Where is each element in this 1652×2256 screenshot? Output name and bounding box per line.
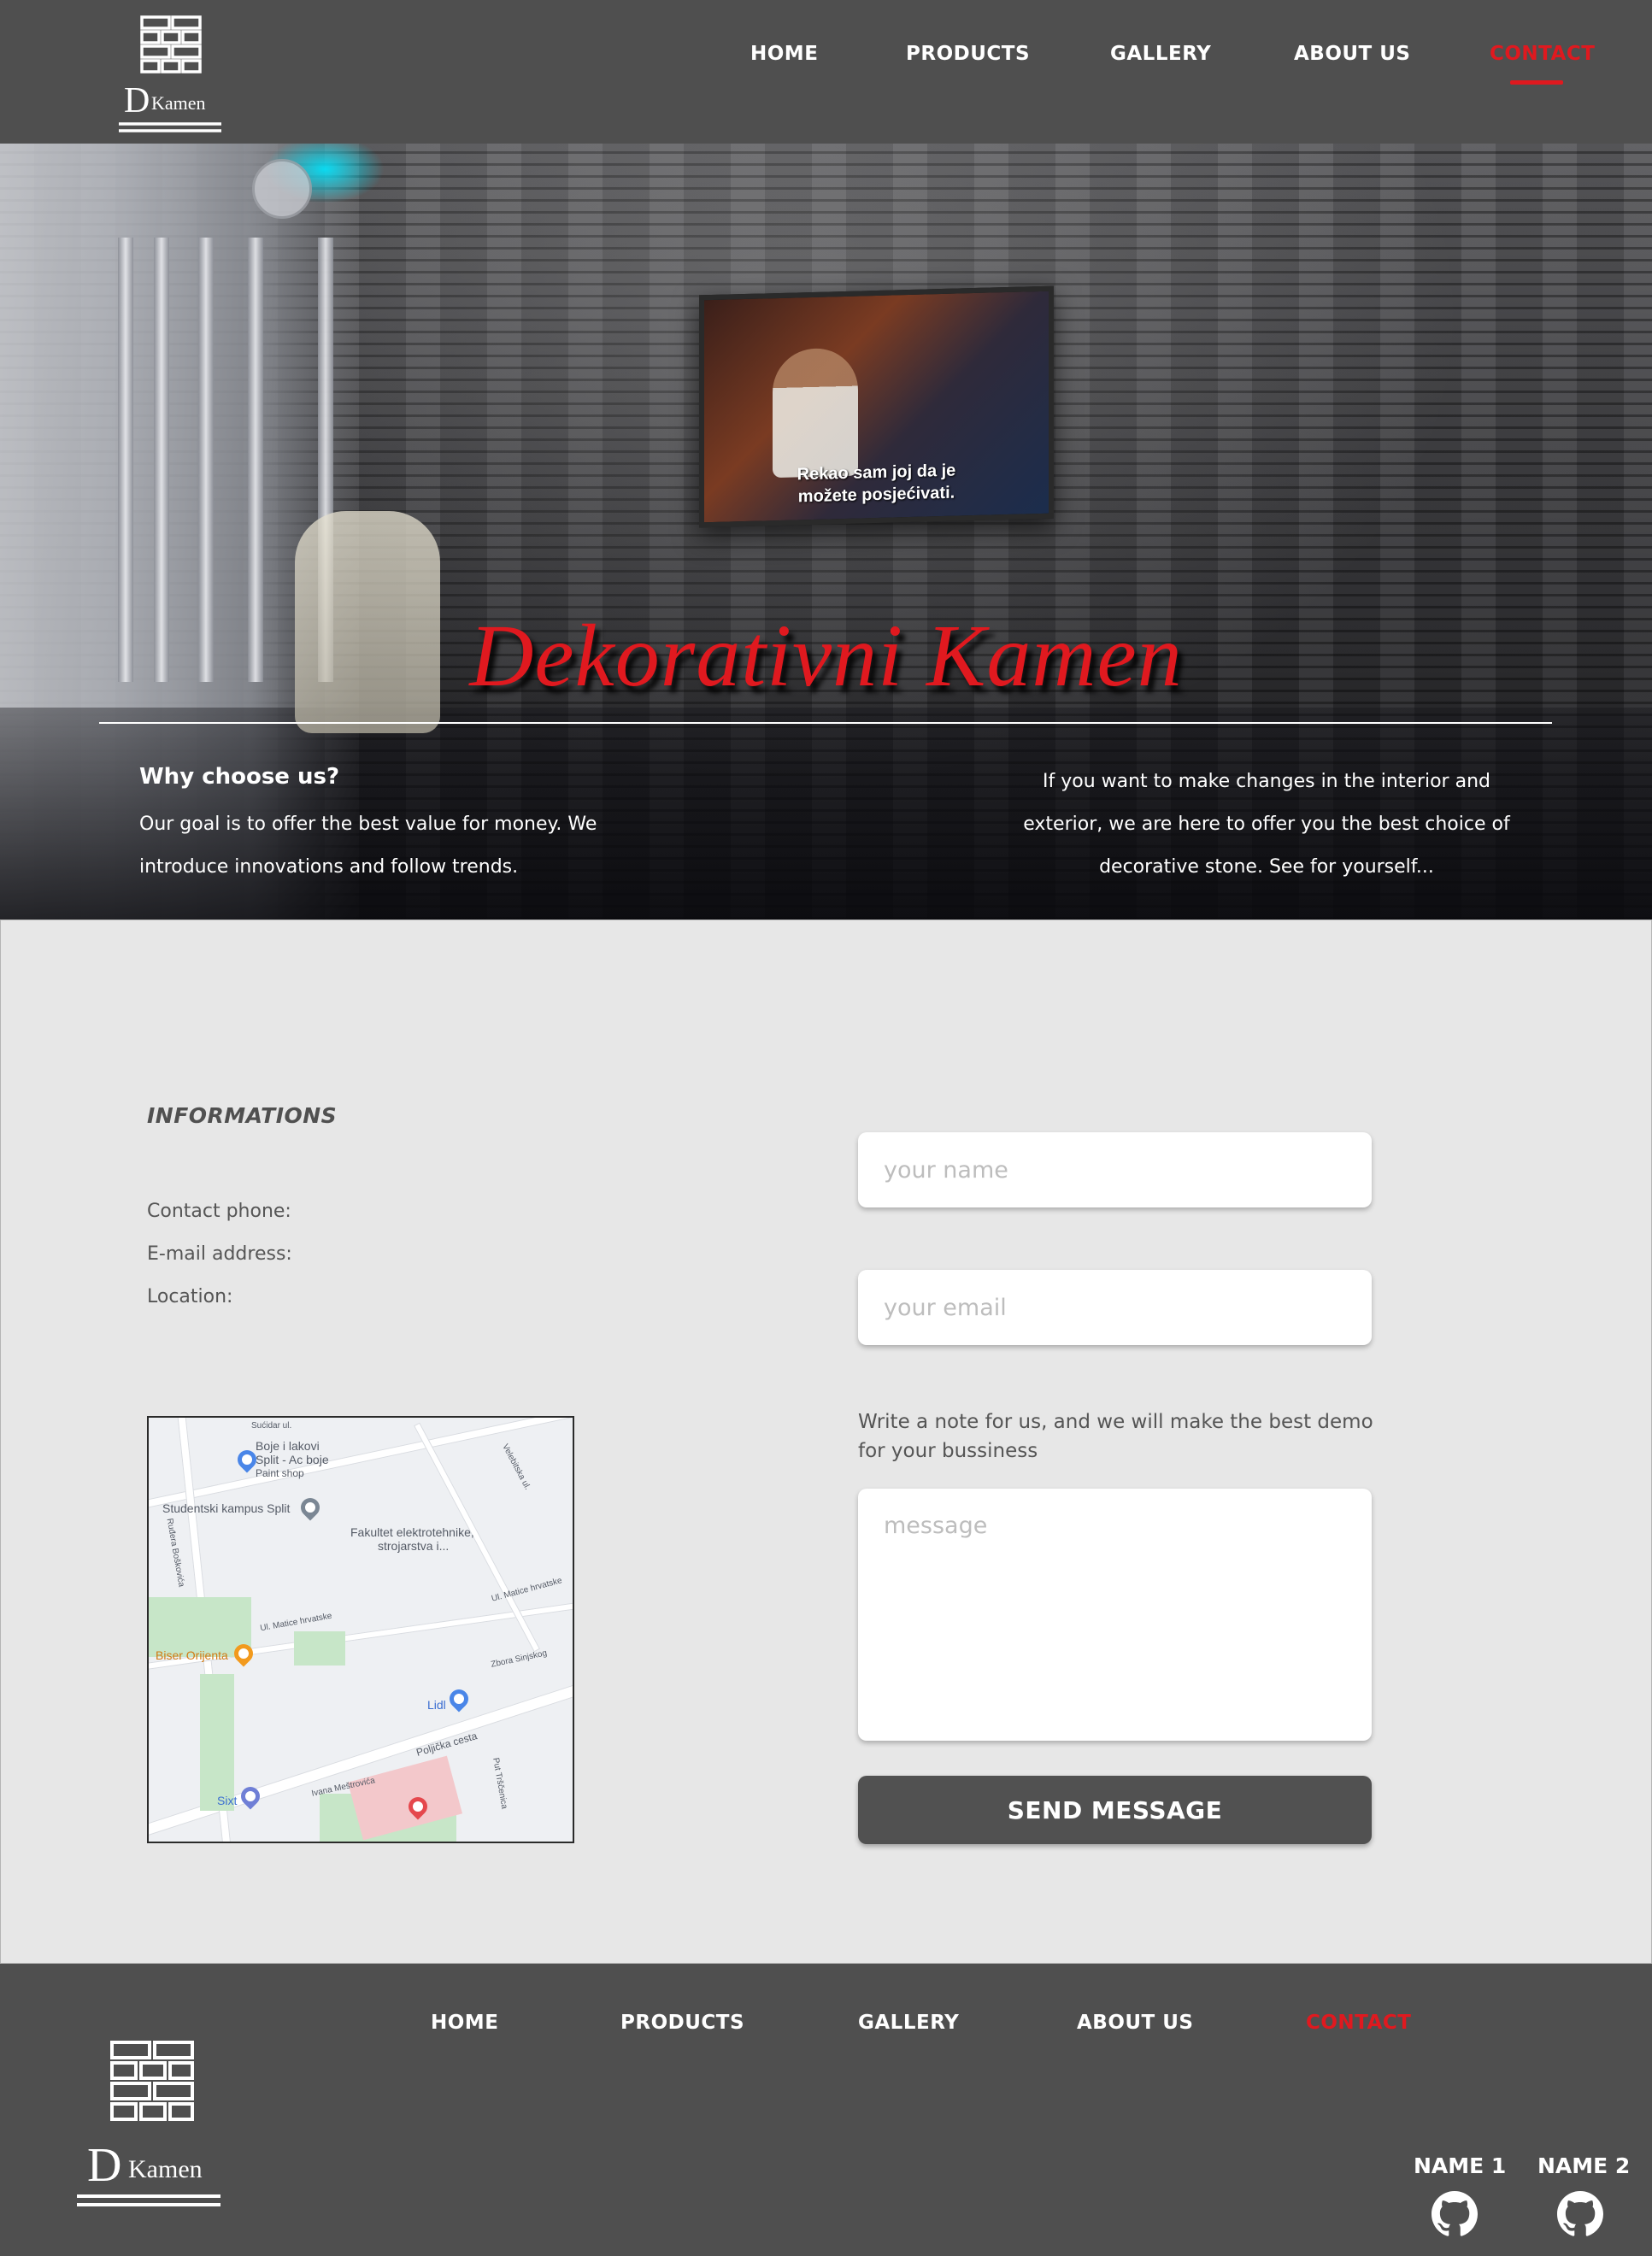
map-label: Boje i lakovi	[256, 1439, 320, 1453]
footer-nav-contact[interactable]: CONTACT	[1306, 2012, 1411, 2034]
note-text: Write a note for us, and we will make th…	[858, 1411, 1373, 1462]
name-input[interactable]	[858, 1132, 1372, 1207]
lidl-pin-icon[interactable]	[445, 1685, 473, 1713]
email-input[interactable]	[858, 1270, 1372, 1345]
contact-section: INFORMATIONS Contact phone: E-mail addre…	[0, 919, 1652, 1964]
github-icon[interactable]	[1557, 2191, 1603, 2237]
campus-pin-icon[interactable]	[297, 1494, 324, 1521]
nav-home[interactable]: HOME	[750, 43, 818, 65]
footer-logo[interactable]: D Kamen	[75, 2039, 222, 2208]
footer-name-2: NAME 2	[1537, 2153, 1631, 2178]
map-label: strojarstva i...	[378, 1539, 450, 1553]
hero-banner: Rekao sam joj da je možete posjećivati. …	[0, 144, 1652, 919]
map-road-label: Sućidar ul.	[251, 1421, 292, 1431]
footer-nav-products[interactable]: PRODUCTS	[620, 2012, 744, 2034]
hero-divider	[99, 722, 1552, 724]
tv-caption: Rekao sam joj da je možete posjećivati.	[704, 457, 1049, 511]
informations-title: INFORMATIONS	[147, 1103, 338, 1128]
map-label: Studentski kampus Split	[162, 1501, 291, 1515]
why-choose-text: Our goal is to offer the best value for …	[139, 814, 597, 878]
site-footer: D Kamen HOME PRODUCTS GALLERY ABOUT US C…	[0, 1964, 1652, 2256]
nav-products[interactable]: PRODUCTS	[906, 43, 1030, 65]
nav-active-underline	[1510, 80, 1563, 85]
map-label: Lidl	[427, 1698, 446, 1712]
footer-nav-home[interactable]: HOME	[431, 2012, 498, 2034]
wall-clock-image	[252, 159, 312, 219]
map-label: Split - Ac boje	[256, 1453, 329, 1466]
logo-initial: D	[124, 81, 150, 120]
tv-person	[773, 347, 858, 479]
map-label: Biser Orijenta	[156, 1648, 228, 1662]
location-map[interactable]: Boje i lakovi Split - Ac boje Paint shop…	[147, 1416, 574, 1843]
footer-name-1: NAME 1	[1414, 2153, 1507, 2178]
footer-nav-gallery[interactable]: GALLERY	[858, 2012, 959, 2034]
map-label: Fakultet elektrotehnike,	[350, 1525, 474, 1539]
why-choose-title: Why choose us?	[139, 764, 340, 790]
site-header: D Kamen HOME PRODUCTS GALLERY ABOUT US C…	[0, 0, 1652, 144]
email-address-label: E-mail address:	[147, 1243, 292, 1265]
nav-about-us[interactable]: ABOUT US	[1294, 43, 1411, 65]
tv-image: Rekao sam joj da je možete posjećivati.	[699, 285, 1054, 528]
logo[interactable]: D Kamen	[117, 15, 223, 134]
footer-logo-initial: D	[87, 2139, 121, 2192]
map-label: Sixt	[217, 1794, 238, 1807]
map-road-label: Velebitska ul.	[500, 1442, 532, 1492]
contact-phone-label: Contact phone:	[147, 1201, 291, 1222]
hero-right-text: If you want to make changes in the inter…	[1023, 771, 1510, 878]
map-park	[200, 1674, 234, 1811]
nav-contact[interactable]: CONTACT	[1490, 43, 1595, 65]
footer-nav-about-us[interactable]: ABOUT US	[1077, 2012, 1194, 2034]
github-icon[interactable]	[1432, 2191, 1478, 2237]
footer-logo-name: Kamen	[128, 2155, 203, 2183]
send-message-button[interactable]: SEND MESSAGE	[858, 1776, 1372, 1844]
message-textarea[interactable]	[858, 1489, 1372, 1741]
map-road-label: Ruđera Boškovića	[164, 1517, 186, 1588]
map-road-label: Zbora Sinjskog	[490, 1648, 549, 1670]
map-park	[294, 1631, 345, 1666]
nav-gallery[interactable]: GALLERY	[1110, 43, 1211, 65]
location-label: Location:	[147, 1286, 233, 1307]
logo-name: Kamen	[151, 92, 206, 114]
hero-title: Dekorativni Kamen	[469, 607, 1183, 705]
map-road-label: Put Trščenica	[491, 1757, 509, 1810]
map-label: Paint shop	[256, 1467, 304, 1479]
